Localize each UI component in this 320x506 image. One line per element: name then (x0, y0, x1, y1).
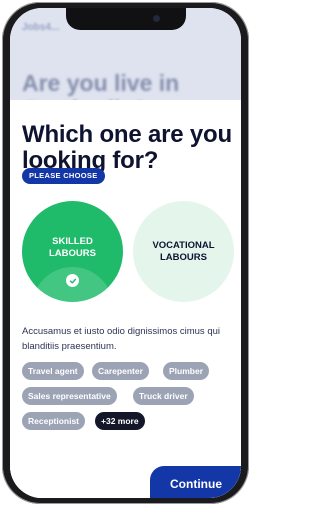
tag-chip[interactable]: Receptionist (22, 412, 86, 430)
more-tags-chip[interactable]: +32 more (95, 412, 145, 430)
tag-chip[interactable]: Plumber (163, 362, 210, 380)
continue-button[interactable]: Continue (150, 466, 241, 498)
option-label: VOCATIONAL LABOURS (152, 239, 215, 263)
option-vocational-labours[interactable]: VOCATIONAL LABOURS (133, 201, 234, 302)
tag-chip[interactable]: Truck driver (133, 387, 194, 405)
option-label: SKILLED LABOURS (49, 235, 96, 259)
description-text: Accusamus et iusto odio dignissimos cimu… (22, 326, 221, 352)
sheet-title: Which one are you looking for? (22, 121, 232, 174)
tag-chip[interactable]: Travel agent (22, 362, 84, 380)
camera-icon (153, 15, 160, 22)
please-choose-badge: PLEASE CHOOSE (22, 168, 105, 184)
phone-screen: Jobs4... Are you live in Cambodia? Which… (10, 8, 241, 498)
background-brand: Jobs4... (22, 22, 60, 33)
tag-chip[interactable]: Carepenter (92, 362, 149, 380)
notch (66, 8, 186, 30)
choice-sheet: Which one are you looking for? PLEASE CH… (10, 100, 241, 498)
tag-chip[interactable]: Sales representative (22, 387, 117, 405)
phone-frame: Jobs4... Are you live in Cambodia? Which… (2, 2, 249, 504)
check-icon (66, 274, 79, 287)
option-skilled-labours[interactable]: SKILLED LABOURS (22, 201, 123, 302)
